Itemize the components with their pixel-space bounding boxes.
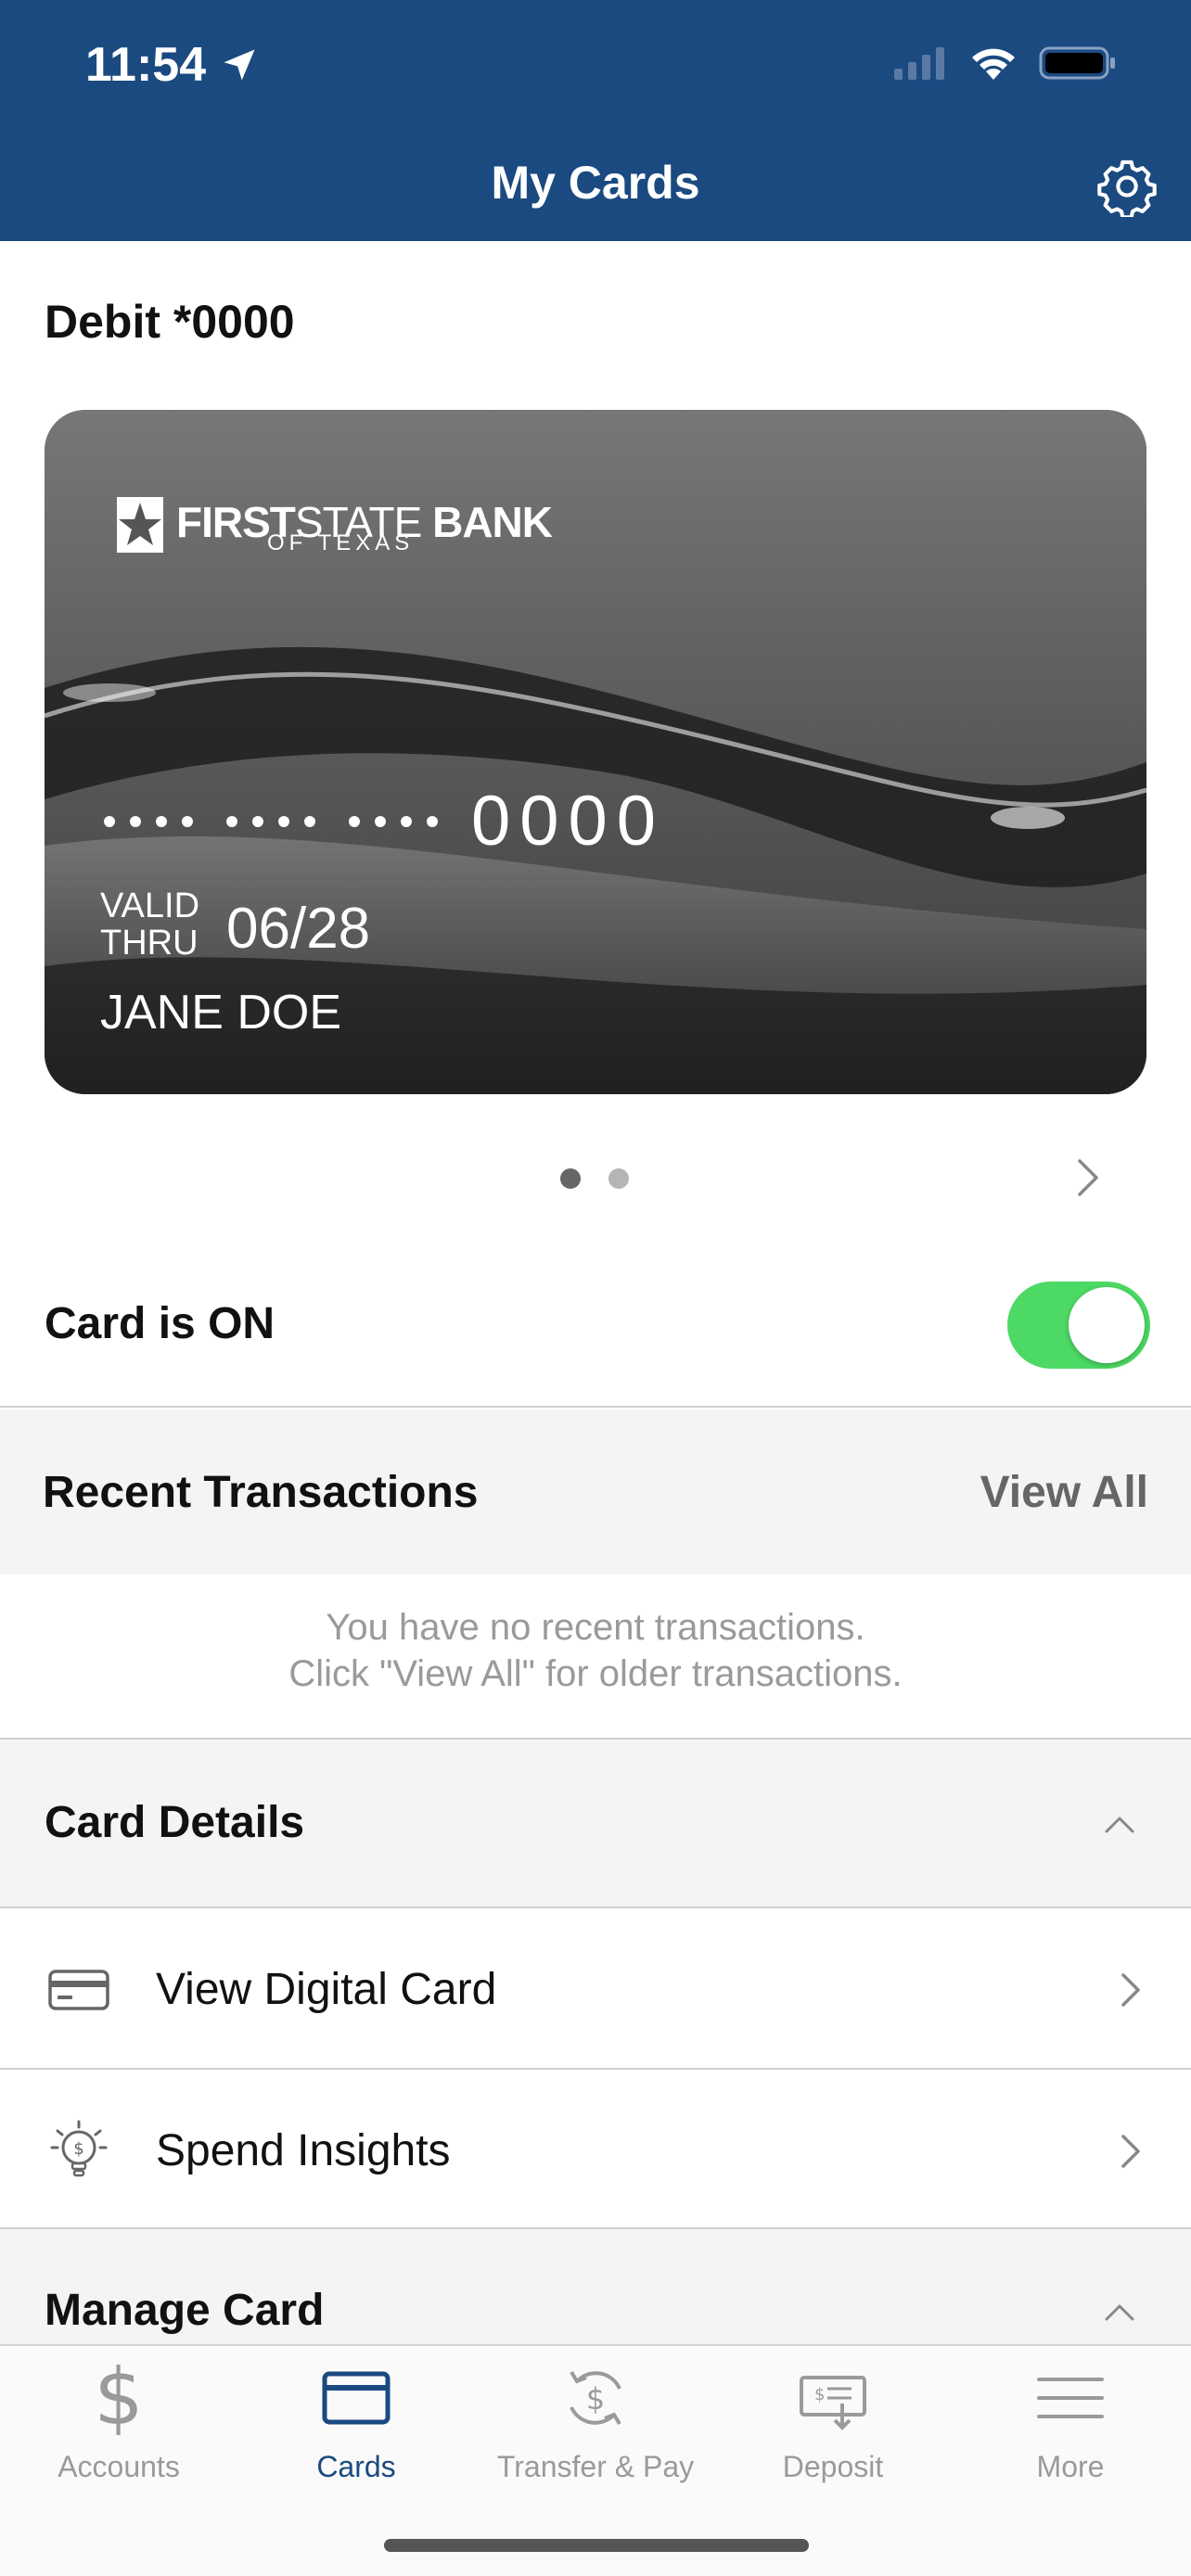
masked-group-1	[104, 815, 193, 827]
signal-icon	[894, 47, 944, 80]
empty-line-1: You have no recent transactions.	[326, 1607, 865, 1648]
spend-insights-label: Spend Insights	[156, 2126, 451, 2175]
view-digital-card-row[interactable]: View Digital Card	[0, 1908, 1191, 2070]
lightbulb-dollar-icon: $	[50, 2120, 108, 2177]
card-on-toggle[interactable]	[1007, 1282, 1150, 1369]
collapse-chevron-up-icon[interactable]	[1104, 1814, 1135, 1834]
manage-card-title: Manage Card	[45, 2286, 325, 2335]
tab-deposit[interactable]: $ Deposit	[714, 2361, 952, 2484]
empty-line-2: Click "View All" for older transactions.	[288, 1653, 903, 1694]
settings-gear-icon[interactable]	[1096, 156, 1158, 217]
next-card-chevron-icon[interactable]	[1074, 1157, 1102, 1198]
card-icon	[322, 2371, 391, 2425]
no-transactions-message: You have no recent transactions. Click "…	[0, 1604, 1191, 1697]
tab-label: Transfer & Pay	[496, 2450, 695, 2483]
status-time: 11:54	[85, 37, 260, 93]
card-status-row: Card is ON	[0, 1243, 1191, 1408]
svg-text:$: $	[814, 2385, 825, 2404]
card-expiry: 06/28	[226, 897, 371, 961]
home-indicator	[384, 2539, 809, 2552]
view-digital-card-label: View Digital Card	[156, 1965, 497, 2014]
dollar-icon: $	[94, 2361, 143, 2435]
location-arrow-icon	[224, 49, 255, 81]
check-deposit-icon: $	[800, 2376, 866, 2430]
masked-group-3	[349, 815, 438, 827]
page-title: My Cards	[491, 157, 700, 209]
manage-card-header[interactable]: Manage Card	[0, 2229, 1191, 2344]
valid-thru-label: VALID THRU	[100, 886, 200, 963]
card-number: 0000	[104, 781, 665, 861]
credit-card-icon	[48, 1970, 109, 2010]
tab-label: Deposit	[782, 2450, 884, 2483]
valid-line-1: VALID	[100, 886, 200, 925]
card-section-label: Debit *0000	[45, 296, 295, 348]
svg-text:$: $	[586, 2381, 605, 2417]
bank-subline: OF TEXAS	[267, 530, 415, 555]
card-details-title: Card Details	[45, 1798, 305, 1847]
tab-cards[interactable]: Cards	[237, 2361, 475, 2484]
spend-insights-row[interactable]: $ Spend Insights	[0, 2070, 1191, 2231]
view-all-link[interactable]: View All	[980, 1467, 1148, 1518]
top-bar: 11:54 My Cards	[0, 0, 1191, 241]
recent-transactions-header: Recent Transactions View All	[0, 1409, 1191, 1575]
tab-more[interactable]: More	[952, 2361, 1189, 2484]
debit-card-image[interactable]: FIRSTSTATE BANK OF TEXAS 0000 VALID THRU…	[45, 410, 1146, 1094]
recent-transactions-title: Recent Transactions	[43, 1468, 479, 1517]
wifi-icon	[972, 48, 1015, 80]
status-indicators	[892, 45, 1117, 82]
card-holder-name: JANE DOE	[100, 986, 342, 1039]
pager-dot-2[interactable]	[608, 1168, 629, 1189]
transfer-icon: $	[570, 2370, 621, 2426]
star-logo-icon	[117, 497, 163, 553]
tab-transfer-pay[interactable]: $ Transfer & Pay	[477, 2361, 714, 2484]
status-time-text: 11:54	[85, 38, 207, 92]
valid-line-2: THRU	[100, 923, 198, 963]
menu-icon	[1037, 2378, 1104, 2418]
chevron-right-icon	[1121, 2135, 1140, 2168]
battery-icon	[1039, 46, 1115, 80]
card-details-header[interactable]: Card Details	[0, 1740, 1191, 1906]
toggle-knob	[1069, 1287, 1145, 1363]
chevron-right-icon	[1121, 1973, 1140, 2007]
tab-label: Cards	[316, 2450, 396, 2483]
bank-name-part-3: BANK	[432, 498, 553, 546]
masked-group-2	[226, 815, 315, 827]
card-last-four: 0000	[471, 782, 666, 861]
svg-text:$: $	[73, 2139, 83, 2159]
svg-text:$: $	[94, 2361, 143, 2435]
pager-dot-1[interactable]	[560, 1168, 581, 1189]
collapse-chevron-up-icon[interactable]	[1104, 2302, 1135, 2322]
tab-label: More	[1036, 2450, 1105, 2483]
card-pager[interactable]	[560, 1168, 629, 1189]
tab-accounts[interactable]: $ Accounts	[0, 2361, 237, 2484]
tab-label: Accounts	[58, 2450, 180, 2483]
card-status-label: Card is ON	[45, 1299, 275, 1348]
